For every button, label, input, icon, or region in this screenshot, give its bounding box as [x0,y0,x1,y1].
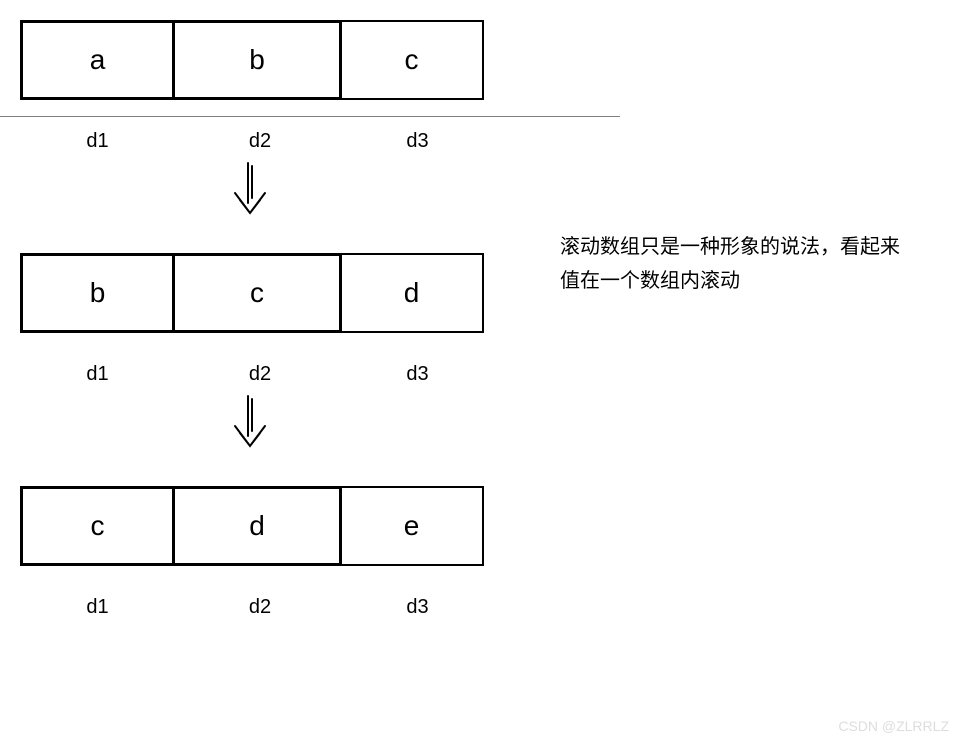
down-arrow-icon [220,158,280,228]
array-label: d2 [175,363,345,386]
array-label: d2 [175,596,345,619]
array-state-2: b c d d1 d2 d3 [20,253,490,386]
array-cells: c d e [20,486,490,566]
array-cell: d [172,486,342,566]
array-labels: d1 d2 d3 [20,363,490,386]
array-label: d1 [20,363,175,386]
array-labels: d1 d2 d3 [20,596,490,619]
array-cell: a [20,20,175,100]
annotation-line: 值在一个数组内滚动 [560,264,900,298]
array-label: d2 [175,130,345,153]
array-cells: b c d [20,253,490,333]
array-state-1: a b c d1 d2 d3 [20,20,490,153]
array-state-3: c d e d1 d2 d3 [20,486,490,619]
array-cells: a b c [20,20,490,100]
array-label: d3 [345,363,490,386]
array-cell: c [20,486,175,566]
array-label: d1 [20,130,175,153]
array-label: d1 [20,596,175,619]
annotation-text: 滚动数组只是一种形象的说法，看起来 值在一个数组内滚动 [560,230,900,298]
diagram-container: a b c d1 d2 d3 b c d d1 d2 d3 c d [20,20,490,629]
array-cell: c [172,253,342,333]
array-labels: d1 d2 d3 [20,130,490,153]
array-cell: d [339,253,484,333]
down-arrow-icon [220,391,280,461]
array-label: d3 [345,130,490,153]
array-cell: c [339,20,484,100]
array-label: d3 [345,596,490,619]
array-cell: b [172,20,342,100]
annotation-line: 滚动数组只是一种形象的说法，看起来 [560,230,900,264]
array-cell: b [20,253,175,333]
watermark: CSDN @ZLRRLZ [838,718,949,734]
array-cell: e [339,486,484,566]
